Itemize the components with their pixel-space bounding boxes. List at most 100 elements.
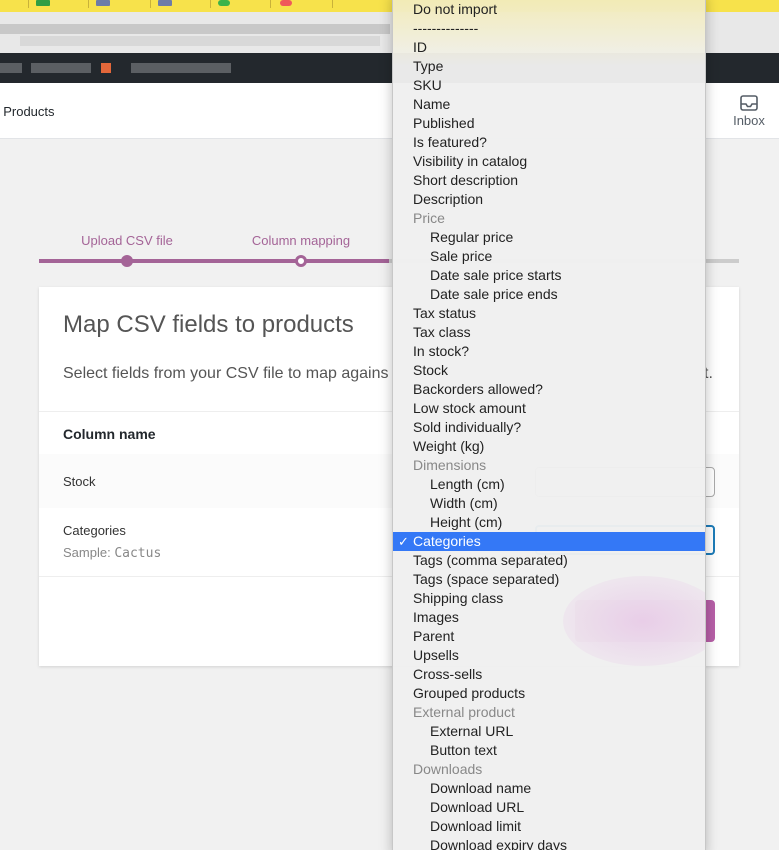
- dropdown-option[interactable]: Date sale price starts: [393, 266, 705, 285]
- dropdown-option-label: Grouped products: [413, 685, 526, 701]
- step-upload-dot: [121, 255, 133, 267]
- dropdown-option[interactable]: Tax class: [393, 323, 705, 342]
- inbox-icon: [740, 95, 758, 111]
- step-upload-label: Upload CSV file: [81, 233, 173, 248]
- dropdown-option[interactable]: Length (cm): [393, 475, 705, 494]
- inbox-label: Inbox: [733, 113, 765, 128]
- bookmark-item[interactable]: [218, 0, 230, 6]
- dropdown-option[interactable]: --------------: [393, 19, 705, 38]
- dropdown-option[interactable]: Shipping class: [393, 589, 705, 608]
- dropdown-option[interactable]: External URL: [393, 722, 705, 741]
- dropdown-option-label: Height (cm): [430, 514, 503, 530]
- dropdown-option-label: Price: [413, 210, 445, 226]
- dropdown-option-label: Sold individually?: [413, 419, 522, 435]
- dropdown-option[interactable]: Width (cm): [393, 494, 705, 513]
- dropdown-option[interactable]: Sale price: [393, 247, 705, 266]
- dropdown-option[interactable]: ID: [393, 38, 705, 57]
- dropdown-option-label: Published: [413, 115, 475, 131]
- row-column-name: Categories: [63, 523, 126, 538]
- card-title: Map CSV fields to products: [63, 311, 354, 338]
- dropdown-option-label: Tax class: [413, 324, 471, 340]
- dropdown-option[interactable]: Tags (comma separated): [393, 551, 705, 570]
- card-description: Select fields from your CSV file to map …: [63, 365, 389, 382]
- dropdown-option[interactable]: Description: [393, 190, 705, 209]
- dropdown-option[interactable]: Tags (space separated): [393, 570, 705, 589]
- admin-bar-item[interactable]: [0, 63, 22, 73]
- dropdown-option[interactable]: Date sale price ends: [393, 285, 705, 304]
- dropdown-option[interactable]: Download name: [393, 779, 705, 798]
- page-title: t Products: [0, 104, 55, 119]
- bookmark-separator: [28, 0, 29, 8]
- checkmark-icon: ✓: [398, 534, 409, 549]
- dropdown-option-label: Tags (comma separated): [413, 552, 568, 568]
- dropdown-option-label: Cross-sells: [413, 666, 483, 682]
- dropdown-option[interactable]: Regular price: [393, 228, 705, 247]
- dropdown-option[interactable]: Download expiry days: [393, 836, 705, 850]
- bookmark-separator: [88, 0, 89, 8]
- dropdown-option[interactable]: Backorders allowed?: [393, 380, 705, 399]
- dropdown-option[interactable]: Stock: [393, 361, 705, 380]
- dropdown-option-label: Description: [413, 191, 484, 207]
- bookmark-item[interactable]: [158, 0, 172, 6]
- dropdown-option[interactable]: Download limit: [393, 817, 705, 836]
- dropdown-option-label: Categories: [413, 533, 481, 549]
- sample-value: Cactus: [114, 546, 162, 561]
- field-dropdown-menu[interactable]: Do not import -------------- ID Type SKU Name…: [392, 0, 706, 850]
- dropdown-option[interactable]: Button text: [393, 741, 705, 760]
- bookmark-separator: [210, 0, 211, 8]
- dropdown-option[interactable]: Low stock amount: [393, 399, 705, 418]
- dropdown-option[interactable]: Visibility in catalog: [393, 152, 705, 171]
- dropdown-option-group: Downloads: [393, 760, 705, 779]
- bookmark-separator: [270, 0, 271, 8]
- inbox-button[interactable]: Inbox: [724, 95, 774, 128]
- dropdown-option[interactable]: Name: [393, 95, 705, 114]
- bookmark-separator: [150, 0, 151, 8]
- dropdown-option-label: Tax status: [413, 305, 477, 321]
- dropdown-option[interactable]: Tax status: [393, 304, 705, 323]
- dropdown-option[interactable]: Grouped products: [393, 684, 705, 703]
- dropdown-option[interactable]: Weight (kg): [393, 437, 705, 456]
- dropdown-option[interactable]: Sold individually?: [393, 418, 705, 437]
- dropdown-option-label: Length (cm): [430, 476, 505, 492]
- dropdown-option-label: Is featured?: [413, 134, 487, 150]
- dropdown-option[interactable]: Upsells: [393, 646, 705, 665]
- bookmark-item[interactable]: [280, 0, 292, 6]
- dropdown-option-label: Download limit: [430, 818, 522, 834]
- dropdown-option-label: Upsells: [413, 647, 459, 663]
- dropdown-option-selected[interactable]: ✓ Categories: [393, 532, 705, 551]
- dropdown-option[interactable]: Published: [393, 114, 705, 133]
- bookmark-item[interactable]: [36, 0, 50, 6]
- dropdown-option[interactable]: Is featured?: [393, 133, 705, 152]
- dropdown-option-label: In stock?: [413, 343, 470, 359]
- blurred-text: [20, 36, 380, 46]
- sample-label: Sample:: [63, 545, 111, 560]
- dropdown-option[interactable]: Cross-sells: [393, 665, 705, 684]
- dropdown-option[interactable]: Height (cm): [393, 513, 705, 532]
- dropdown-option-label: ID: [413, 39, 427, 55]
- dropdown-option-label: Visibility in catalog: [413, 153, 528, 169]
- dropdown-option-label: --------------: [413, 20, 479, 36]
- dropdown-option-label: Dimensions: [413, 457, 487, 473]
- dropdown-option-group: External product: [393, 703, 705, 722]
- bookmark-item[interactable]: [96, 0, 110, 6]
- dropdown-option[interactable]: Short description: [393, 171, 705, 190]
- column-name-header: Column name: [63, 426, 156, 442]
- dropdown-option-label: Width (cm): [430, 495, 498, 511]
- admin-bar-item[interactable]: [131, 63, 231, 73]
- dropdown-option[interactable]: Images: [393, 608, 705, 627]
- dropdown-option[interactable]: Parent: [393, 627, 705, 646]
- blurred-url[interactable]: [0, 24, 390, 34]
- dropdown-option[interactable]: SKU: [393, 76, 705, 95]
- bookmark-separator: [332, 0, 333, 8]
- dropdown-option[interactable]: Type: [393, 57, 705, 76]
- dropdown-option-label: Regular price: [430, 229, 514, 245]
- dropdown-option-label: Parent: [413, 628, 455, 644]
- dropdown-option-label: Do not import: [413, 1, 498, 17]
- dropdown-option-label: Weight (kg): [413, 438, 485, 454]
- dropdown-option[interactable]: Download URL: [393, 798, 705, 817]
- admin-bar-item[interactable]: [31, 63, 91, 73]
- dropdown-option[interactable]: Do not import: [393, 0, 705, 19]
- step-progress-line: [39, 259, 389, 263]
- step-mapping-label: Column mapping: [251, 233, 351, 248]
- dropdown-option[interactable]: In stock?: [393, 342, 705, 361]
